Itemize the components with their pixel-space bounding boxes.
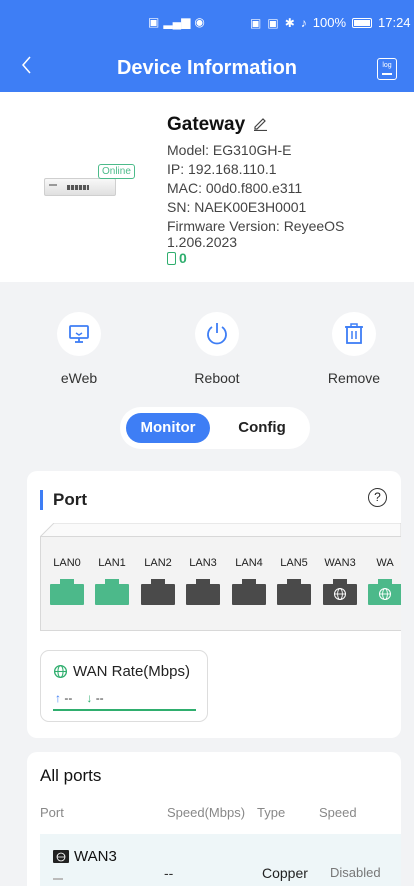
column-port: Port [40, 805, 64, 820]
row-type: Copper [262, 865, 308, 881]
bluetooth-icon: ✱ [284, 15, 295, 30]
device-image [44, 178, 116, 196]
download-rate: ↓ -- [86, 691, 104, 705]
all-ports-title: All ports [40, 766, 102, 785]
port-wan3[interactable]: WAN3 [320, 557, 360, 605]
battery-icon [352, 17, 372, 28]
arrow-up-icon: ↑ [55, 691, 61, 705]
battery-percent: 100% [312, 15, 346, 30]
device-name[interactable]: Gateway [167, 114, 268, 136]
port-jack-icon [141, 579, 175, 605]
app-icon: ◉ [194, 15, 205, 29]
monitor-config-toggle: Monitor Config [120, 407, 310, 449]
row-port-name: WAN3 [74, 848, 117, 865]
remove-button[interactable]: Remove [309, 312, 399, 386]
top-bar: ▣ ▂▄▆ ◉ ▣ ▣ ✱ ♪ 100% 17:24 Device Inform… [0, 0, 414, 92]
port-wan-partial[interactable]: WA [365, 557, 401, 605]
trash-icon [345, 323, 363, 344]
help-icon[interactable]: ? [368, 488, 387, 507]
status-left-icons: ▣ ▂▄▆ ◉ [148, 15, 205, 29]
eweb-label: eWeb [60, 370, 98, 386]
port-jack-icon [232, 579, 266, 605]
column-type: Type [257, 805, 286, 820]
monitor-icon [69, 325, 89, 343]
port-jack-icon [50, 579, 84, 605]
rate-line [53, 709, 196, 711]
hd-icon: ▣ [148, 15, 160, 29]
status-badge: Online [98, 164, 135, 179]
port-jack-icon [95, 579, 129, 605]
all-ports-card: All ports Port Speed(Mbps) Type Speed WA… [27, 752, 401, 886]
client-count: 0 [167, 250, 187, 266]
header: Device Information log [0, 46, 414, 92]
globe-icon [379, 588, 391, 600]
edit-icon[interactable] [252, 115, 268, 131]
port-jack-icon [368, 579, 401, 605]
port-panel: LAN0 LAN1 LAN2 LAN3 LAN4 LAN5 WAN3 WA [40, 523, 401, 631]
port-card: Port ? LAN0 LAN1 LAN2 LAN3 LAN4 LAN5 WAN… [27, 471, 401, 738]
signal-icon: ▂▄▆ [163, 15, 191, 29]
tab-monitor[interactable]: Monitor [126, 413, 210, 443]
log-icon [382, 73, 392, 75]
wan-rate-card[interactable]: WAN Rate(Mbps) ↑ -- ↓ -- [40, 650, 208, 722]
log-button[interactable]: log [377, 58, 397, 80]
row-speed: Disabled [330, 865, 381, 880]
device-firmware: Firmware Version: ReyeeOS [167, 218, 345, 234]
device-sn: SN: NAEK00E3H0001 [167, 199, 307, 215]
port-lan1[interactable]: LAN1 [92, 557, 132, 605]
status-right-icons: ▣ ▣ ✱ ♪ 100% 17:24 [250, 15, 411, 30]
port-jack-icon [277, 579, 311, 605]
log-label: log [382, 62, 392, 69]
tab-config[interactable]: Config [220, 413, 304, 443]
reboot-label: Reboot [194, 370, 240, 386]
port-lan3[interactable]: LAN3 [183, 557, 223, 605]
globe-icon [53, 664, 68, 679]
arrow-down-icon: ↓ [86, 691, 93, 705]
column-speed: Speed [319, 805, 357, 820]
globe-icon [334, 588, 346, 600]
wan-port-icon [53, 850, 69, 863]
remove-label: Remove [327, 370, 381, 386]
table-row[interactable]: WAN3 -- Copper Disabled [40, 834, 401, 886]
reboot-button[interactable]: Reboot [172, 312, 262, 386]
alarm-icon: ♪ [300, 15, 307, 30]
device-model: Model: EG310GH-E [167, 142, 292, 158]
status-time: 17:24 [378, 15, 411, 30]
status-bar: ▣ ▂▄▆ ◉ ▣ ▣ ✱ ♪ 100% 17:24 [0, 0, 414, 46]
column-speed-mbps: Speed(Mbps) [167, 805, 246, 820]
device-mac: MAC: 00d0.f800.e311 [167, 180, 303, 196]
page-title: Device Information [116, 57, 298, 79]
port-panel-top [40, 523, 401, 537]
row-speed-mbps: -- [164, 865, 174, 881]
port-lan0[interactable]: LAN0 [47, 557, 87, 605]
port-jack-icon [186, 579, 220, 605]
upload-rate: ↑ -- [55, 691, 73, 705]
device-info-panel: Online Gateway Model: EG310GH-E IP: 192.… [0, 92, 414, 282]
phone-icon [167, 251, 176, 265]
client-count-value: 0 [179, 250, 187, 266]
port-section-title: Port [40, 490, 87, 510]
eweb-button[interactable]: eWeb [34, 312, 124, 386]
wan-rate-title: WAN Rate(Mbps) [73, 663, 190, 680]
port-jack-icon [323, 579, 357, 605]
device-name-text: Gateway [167, 114, 246, 135]
port-lan2[interactable]: LAN2 [138, 557, 178, 605]
nfc-icon: ▣ [250, 15, 262, 30]
vibrate-icon: ▣ [267, 15, 279, 30]
port-lan5[interactable]: LAN5 [274, 557, 314, 605]
power-icon [207, 323, 227, 345]
device-ip: IP: 192.168.110.1 [167, 161, 277, 177]
port-lan4[interactable]: LAN4 [229, 557, 269, 605]
device-firmware-version: 1.206.2023 [167, 234, 238, 250]
